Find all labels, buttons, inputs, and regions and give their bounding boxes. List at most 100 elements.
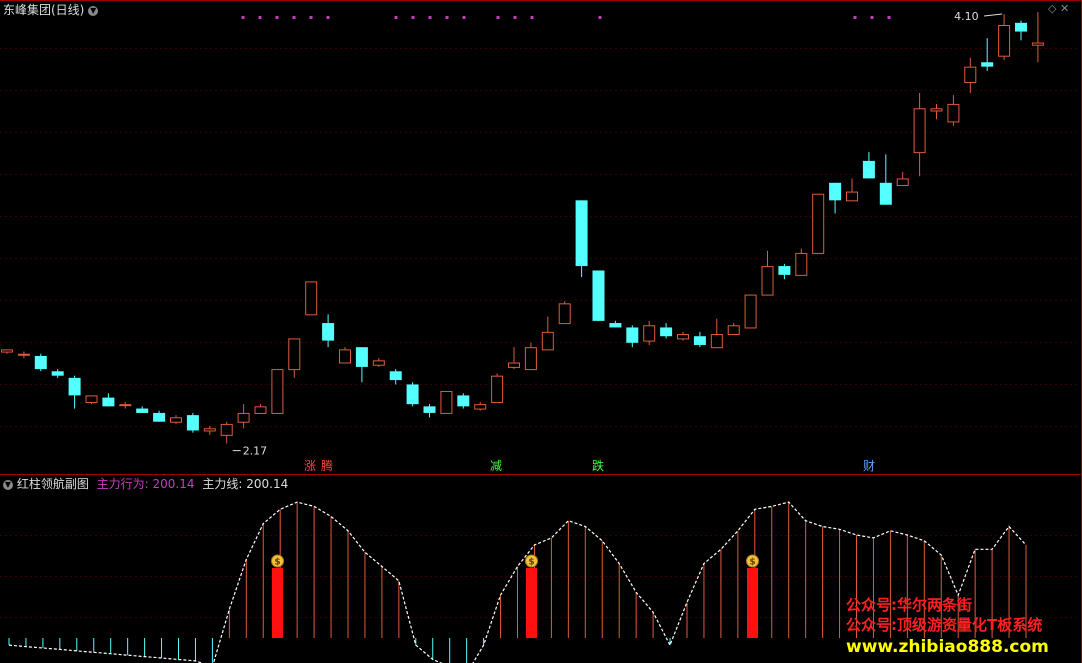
candle-body: [575, 200, 588, 267]
candle-body: [491, 375, 504, 403]
signal-label: 跌: [592, 458, 604, 473]
indicator-value-2: 200.14: [246, 477, 289, 491]
candle-body: [524, 347, 537, 371]
candle-body: [744, 294, 757, 329]
money-bag-symbol: $: [749, 558, 755, 568]
candle-body: [677, 334, 689, 340]
candle-body: [896, 178, 909, 186]
window-controls[interactable]: ◇ ✕: [1048, 2, 1069, 16]
candle-body: [1031, 42, 1044, 46]
candle-body: [829, 182, 842, 201]
signal-dot: [326, 16, 330, 19]
candle-body: [17, 353, 30, 356]
candle-body: [998, 25, 1011, 57]
high-arrow: [984, 13, 1003, 17]
candle-body: [660, 327, 673, 337]
signal-label: 涨: [304, 458, 316, 473]
signal-label: 减: [490, 459, 502, 473]
chart-canvas[interactable]: 4.10 2.17 涨腾 减 跌 财 $ $ $: [0, 0, 1082, 663]
candle-body: [474, 404, 487, 410]
close-icon[interactable]: ✕: [1060, 2, 1069, 15]
signal-dot: [887, 16, 891, 19]
candle-body: [85, 395, 98, 403]
signal-dot: [258, 16, 262, 19]
signal-dot: [513, 16, 517, 19]
indicator-label-2: 主力线:: [202, 477, 247, 491]
candle-body: [271, 369, 284, 414]
candle-body: [322, 323, 335, 341]
signal-dot: [496, 16, 500, 19]
candle-body: [930, 108, 943, 112]
indicator-header[interactable]: ▼ 红柱领航副图 主力行为: 200.14 主力线: 200.14: [3, 477, 288, 491]
candle-body: [34, 355, 47, 370]
signal-label: 财: [863, 459, 875, 473]
indicator-title: 红柱领航副图: [16, 477, 89, 491]
candle-body: [186, 415, 199, 431]
candle-body: [609, 323, 622, 328]
signal-dot: [530, 16, 534, 19]
candle-body: [947, 103, 960, 123]
candle-body: [778, 266, 791, 275]
chart-title-bar[interactable]: 东峰集团(日线) ▼: [3, 3, 99, 17]
candle-body: [119, 404, 132, 407]
signal-dot: [428, 16, 432, 19]
dropdown-icon[interactable]: ▼: [88, 5, 99, 16]
candle-body: [812, 193, 825, 254]
stock-title: 东峰集团(日线): [3, 3, 85, 17]
signal-dot: [445, 16, 449, 19]
indicator-value-1: 200.14: [152, 477, 195, 491]
candle-body: [846, 191, 858, 202]
main-force-bar: [272, 568, 283, 638]
signal-dot: [394, 16, 398, 19]
candle-body: [964, 66, 977, 83]
candle-body: [558, 303, 571, 325]
candle-body: [372, 360, 385, 366]
signal-dot: [870, 16, 874, 19]
candle-body: [203, 428, 216, 432]
indicator-label-1: 主力行为:: [96, 477, 153, 491]
diamond-icon[interactable]: ◇: [1048, 2, 1056, 15]
candle-body: [102, 397, 115, 407]
candle-body: [237, 412, 250, 423]
signal-dot: [598, 16, 602, 19]
candle-body: [220, 423, 233, 436]
candle-body: [136, 408, 149, 413]
watermark-line-2: 公众号:顶级游资量化T板系统: [846, 616, 1043, 634]
high-label: 4.10: [954, 10, 979, 23]
signal-dot: [853, 16, 857, 19]
signal-dot: [462, 16, 466, 19]
candle-body: [406, 384, 419, 405]
signal-dot: [309, 16, 313, 19]
candle-body: [981, 62, 994, 67]
candle-body: [288, 338, 301, 371]
chart-window: { "header": { "title": "东峰集团(日线)", "sub_…: [0, 0, 1082, 663]
candle-body: [913, 108, 926, 154]
candle-body: [389, 371, 402, 381]
signal-dot: [275, 16, 279, 19]
signal-label: 腾: [321, 458, 333, 473]
signal-dot: [292, 16, 296, 19]
candle-body: [1015, 22, 1027, 32]
candle-body: [508, 362, 520, 368]
candle-body: [305, 281, 318, 316]
main-force-bar: [747, 568, 758, 638]
candle-body: [1, 349, 13, 353]
indicator-dropdown-icon[interactable]: ▼: [3, 479, 13, 490]
candle-body: [457, 395, 470, 407]
candle-body: [795, 252, 808, 276]
candle-body: [643, 325, 656, 342]
candle-body: [626, 327, 639, 343]
watermark-line-1: 公众号:华尔两条街: [846, 596, 972, 614]
low-label: 2.17: [243, 445, 268, 458]
candle-body: [862, 160, 875, 179]
candle-body: [710, 334, 723, 349]
signal-dot: [241, 16, 245, 19]
candle-body: [339, 349, 351, 364]
candle-body: [541, 331, 554, 351]
candle-body: [170, 417, 182, 423]
money-bag-symbol: $: [528, 558, 534, 568]
candle-body: [51, 371, 64, 376]
candle-body: [68, 377, 81, 396]
candle-body: [153, 412, 166, 422]
candle-body: [727, 325, 740, 336]
